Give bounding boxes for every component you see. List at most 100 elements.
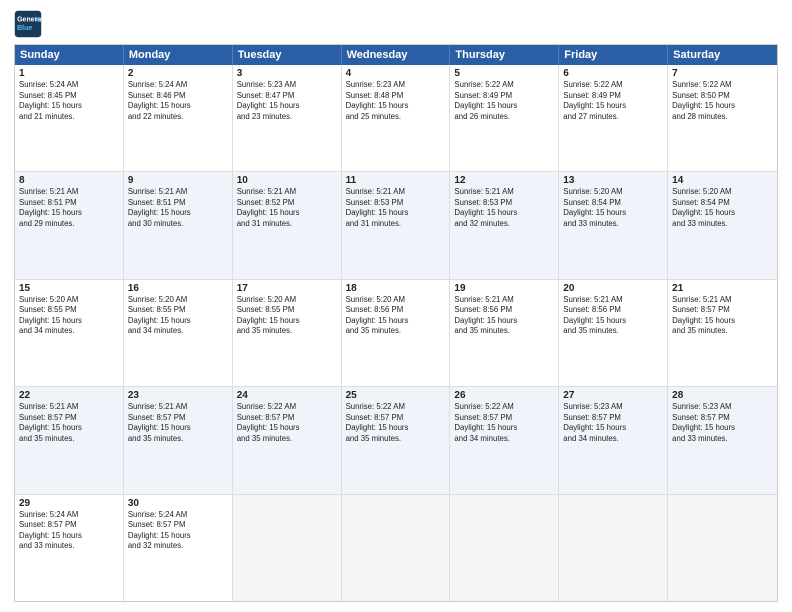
daylight-minutes: and 34 minutes. [563, 434, 663, 445]
calendar-row: 29 Sunrise: 5:24 AM Sunset: 8:57 PM Dayl… [15, 494, 777, 601]
day-number: 29 [19, 498, 119, 509]
sunset-text: Sunset: 8:53 PM [346, 198, 446, 209]
day-number: 10 [237, 175, 337, 186]
daylight-minutes: and 27 minutes. [563, 112, 663, 123]
day-number: 2 [128, 68, 228, 79]
calendar-cell: 28 Sunrise: 5:23 AM Sunset: 8:57 PM Dayl… [668, 387, 777, 493]
day-number: 19 [454, 283, 554, 294]
daylight-label: Daylight: 15 hours [454, 316, 554, 327]
sunrise-text: Sunrise: 5:23 AM [237, 80, 337, 91]
calendar-cell: 4 Sunrise: 5:23 AM Sunset: 8:48 PM Dayli… [342, 65, 451, 171]
day-number: 8 [19, 175, 119, 186]
daylight-label: Daylight: 15 hours [237, 208, 337, 219]
calendar-cell: 9 Sunrise: 5:21 AM Sunset: 8:51 PM Dayli… [124, 172, 233, 278]
sunrise-text: Sunrise: 5:24 AM [128, 510, 228, 521]
day-number: 21 [672, 283, 773, 294]
daylight-minutes: and 23 minutes. [237, 112, 337, 123]
calendar-cell: 25 Sunrise: 5:22 AM Sunset: 8:57 PM Dayl… [342, 387, 451, 493]
weekday-header: Saturday [668, 45, 777, 65]
daylight-minutes: and 33 minutes. [19, 541, 119, 552]
sunrise-text: Sunrise: 5:20 AM [563, 187, 663, 198]
sunset-text: Sunset: 8:54 PM [672, 198, 773, 209]
calendar-row: 8 Sunrise: 5:21 AM Sunset: 8:51 PM Dayli… [15, 171, 777, 278]
daylight-minutes: and 25 minutes. [346, 112, 446, 123]
daylight-label: Daylight: 15 hours [19, 423, 119, 434]
calendar-cell [450, 495, 559, 601]
daylight-minutes: and 35 minutes. [454, 326, 554, 337]
calendar-cell: 20 Sunrise: 5:21 AM Sunset: 8:56 PM Dayl… [559, 280, 668, 386]
sunrise-text: Sunrise: 5:24 AM [19, 510, 119, 521]
calendar-cell: 24 Sunrise: 5:22 AM Sunset: 8:57 PM Dayl… [233, 387, 342, 493]
daylight-minutes: and 32 minutes. [454, 219, 554, 230]
sunrise-text: Sunrise: 5:22 AM [346, 402, 446, 413]
sunset-text: Sunset: 8:53 PM [454, 198, 554, 209]
daylight-label: Daylight: 15 hours [19, 531, 119, 542]
sunrise-text: Sunrise: 5:20 AM [237, 295, 337, 306]
daylight-minutes: and 35 minutes. [672, 326, 773, 337]
sunrise-text: Sunrise: 5:23 AM [346, 80, 446, 91]
calendar: SundayMondayTuesdayWednesdayThursdayFrid… [14, 44, 778, 602]
sunrise-text: Sunrise: 5:21 AM [454, 295, 554, 306]
calendar-cell: 1 Sunrise: 5:24 AM Sunset: 8:45 PM Dayli… [15, 65, 124, 171]
daylight-label: Daylight: 15 hours [19, 101, 119, 112]
calendar-cell: 22 Sunrise: 5:21 AM Sunset: 8:57 PM Dayl… [15, 387, 124, 493]
sunset-text: Sunset: 8:46 PM [128, 91, 228, 102]
calendar-cell: 21 Sunrise: 5:21 AM Sunset: 8:57 PM Dayl… [668, 280, 777, 386]
sunset-text: Sunset: 8:54 PM [563, 198, 663, 209]
daylight-minutes: and 35 minutes. [19, 434, 119, 445]
calendar-header: SundayMondayTuesdayWednesdayThursdayFrid… [15, 45, 777, 65]
daylight-minutes: and 33 minutes. [672, 434, 773, 445]
day-number: 7 [672, 68, 773, 79]
day-number: 15 [19, 283, 119, 294]
calendar-body: 1 Sunrise: 5:24 AM Sunset: 8:45 PM Dayli… [15, 65, 777, 601]
calendar-cell: 18 Sunrise: 5:20 AM Sunset: 8:56 PM Dayl… [342, 280, 451, 386]
day-number: 6 [563, 68, 663, 79]
calendar-cell: 13 Sunrise: 5:20 AM Sunset: 8:54 PM Dayl… [559, 172, 668, 278]
day-number: 5 [454, 68, 554, 79]
daylight-label: Daylight: 15 hours [672, 423, 773, 434]
daylight-minutes: and 31 minutes. [346, 219, 446, 230]
daylight-minutes: and 21 minutes. [19, 112, 119, 123]
day-number: 27 [563, 390, 663, 401]
sunrise-text: Sunrise: 5:22 AM [237, 402, 337, 413]
daylight-minutes: and 35 minutes. [237, 434, 337, 445]
sunset-text: Sunset: 8:51 PM [19, 198, 119, 209]
sunset-text: Sunset: 8:56 PM [454, 305, 554, 316]
sunrise-text: Sunrise: 5:23 AM [672, 402, 773, 413]
weekday-header: Friday [559, 45, 668, 65]
sunrise-text: Sunrise: 5:21 AM [19, 402, 119, 413]
sunset-text: Sunset: 8:51 PM [128, 198, 228, 209]
calendar-cell: 27 Sunrise: 5:23 AM Sunset: 8:57 PM Dayl… [559, 387, 668, 493]
sunset-text: Sunset: 8:48 PM [346, 91, 446, 102]
day-number: 20 [563, 283, 663, 294]
sunset-text: Sunset: 8:50 PM [672, 91, 773, 102]
daylight-minutes: and 35 minutes. [346, 326, 446, 337]
sunset-text: Sunset: 8:57 PM [563, 413, 663, 424]
daylight-label: Daylight: 15 hours [454, 208, 554, 219]
weekday-header: Thursday [450, 45, 559, 65]
calendar-cell: 7 Sunrise: 5:22 AM Sunset: 8:50 PM Dayli… [668, 65, 777, 171]
daylight-label: Daylight: 15 hours [454, 423, 554, 434]
sunset-text: Sunset: 8:55 PM [19, 305, 119, 316]
sunrise-text: Sunrise: 5:21 AM [454, 187, 554, 198]
calendar-cell: 29 Sunrise: 5:24 AM Sunset: 8:57 PM Dayl… [15, 495, 124, 601]
sunset-text: Sunset: 8:57 PM [672, 305, 773, 316]
daylight-label: Daylight: 15 hours [128, 208, 228, 219]
daylight-minutes: and 32 minutes. [128, 541, 228, 552]
daylight-label: Daylight: 15 hours [672, 208, 773, 219]
page: General Blue SundayMondayTuesdayWednesda… [0, 0, 792, 612]
daylight-label: Daylight: 15 hours [19, 316, 119, 327]
sunset-text: Sunset: 8:45 PM [19, 91, 119, 102]
daylight-minutes: and 33 minutes. [672, 219, 773, 230]
sunrise-text: Sunrise: 5:22 AM [454, 80, 554, 91]
calendar-cell [668, 495, 777, 601]
sunset-text: Sunset: 8:57 PM [128, 413, 228, 424]
daylight-label: Daylight: 15 hours [128, 101, 228, 112]
daylight-minutes: and 34 minutes. [128, 326, 228, 337]
daylight-label: Daylight: 15 hours [672, 101, 773, 112]
calendar-cell: 17 Sunrise: 5:20 AM Sunset: 8:55 PM Dayl… [233, 280, 342, 386]
sunrise-text: Sunrise: 5:21 AM [237, 187, 337, 198]
calendar-cell: 16 Sunrise: 5:20 AM Sunset: 8:55 PM Dayl… [124, 280, 233, 386]
calendar-cell: 10 Sunrise: 5:21 AM Sunset: 8:52 PM Dayl… [233, 172, 342, 278]
sunrise-text: Sunrise: 5:21 AM [128, 402, 228, 413]
